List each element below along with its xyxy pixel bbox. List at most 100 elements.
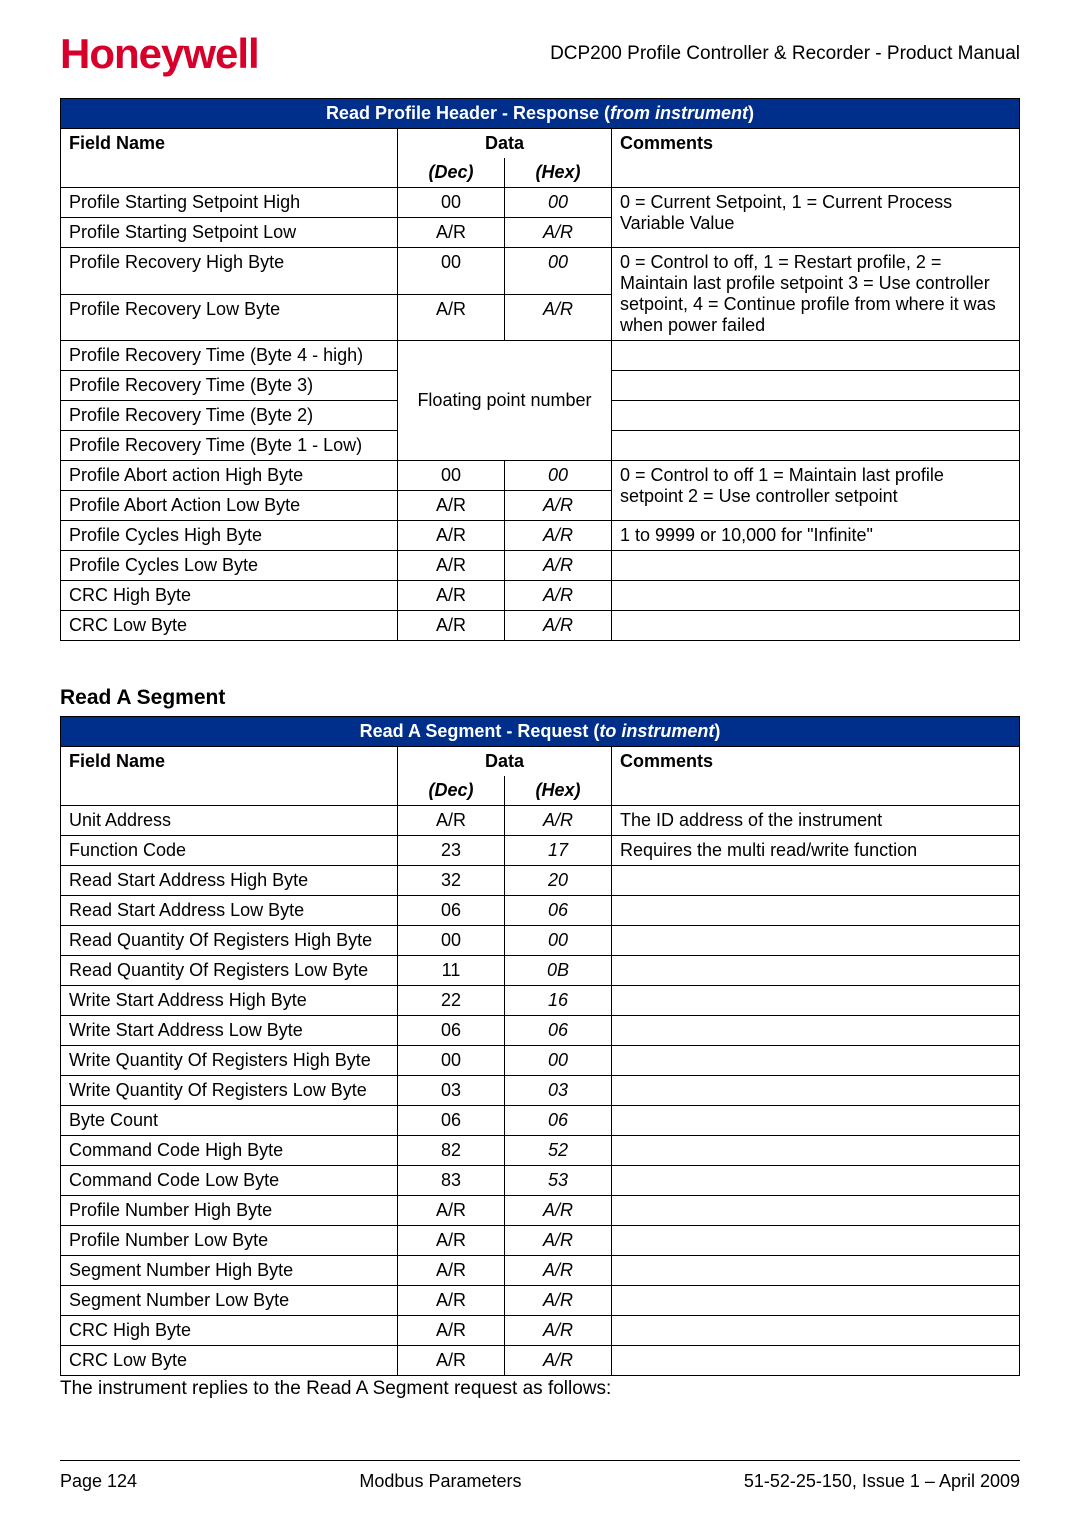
cell-dec: 82 <box>398 1136 505 1166</box>
document-title: DCP200 Profile Controller & Recorder - P… <box>550 43 1020 65</box>
cell-hex: 00 <box>505 248 612 295</box>
cell-field: Write Quantity Of Registers Low Byte <box>61 1076 398 1106</box>
cell-hex: A/R <box>505 806 612 836</box>
cell-field: Write Start Address Low Byte <box>61 1016 398 1046</box>
cell-comment: 0 = Control to off 1 = Maintain last pro… <box>612 461 1020 521</box>
table-row: Profile Recovery High Byte 00 00 0 = Con… <box>61 248 1020 295</box>
table-row: Write Start Address High Byte2216 <box>61 986 1020 1016</box>
cell-comment: 0 = Current Setpoint, 1 = Current Proces… <box>612 188 1020 248</box>
cell-hex: 52 <box>505 1136 612 1166</box>
cell-field: CRC High Byte <box>61 1316 398 1346</box>
cell-hex: 53 <box>505 1166 612 1196</box>
cell-field: Profile Recovery Time (Byte 1 - Low) <box>61 431 398 461</box>
cell-dec: A/R <box>398 294 505 341</box>
cell-field: Profile Recovery Time (Byte 2) <box>61 401 398 431</box>
cell-field: Unit Address <box>61 806 398 836</box>
cell-dec: A/R <box>398 1196 505 1226</box>
col-comments: Comments <box>612 747 1020 777</box>
table-row: Profile Number Low ByteA/RA/R <box>61 1226 1020 1256</box>
table-row: Read Start Address High Byte3220 <box>61 866 1020 896</box>
col-dec: (Dec) <box>398 158 505 188</box>
cell-dec: 00 <box>398 248 505 295</box>
table-row: Profile Starting Setpoint High 00 00 0 =… <box>61 188 1020 218</box>
cell-hex: 16 <box>505 986 612 1016</box>
cell-field: CRC Low Byte <box>61 1346 398 1376</box>
page-footer: Page 124 Modbus Parameters 51-52-25-150,… <box>60 1460 1020 1492</box>
cell-hex: A/R <box>505 611 612 641</box>
col-dec: (Dec) <box>398 776 505 806</box>
cell-field: Profile Starting Setpoint Low <box>61 218 398 248</box>
col-hex: (Hex) <box>505 776 612 806</box>
col-comments: Comments <box>612 129 1020 159</box>
cell-comment: 0 = Control to off, 1 = Restart profile,… <box>612 248 1020 341</box>
cell-floating: Floating point number <box>398 341 612 461</box>
table-row: Profile Abort action High Byte 00 00 0 =… <box>61 461 1020 491</box>
cell-comment <box>612 1166 1020 1196</box>
cell-comment: Requires the multi read/write function <box>612 836 1020 866</box>
col-data: Data <box>398 747 612 777</box>
cell-hex: 06 <box>505 1106 612 1136</box>
table-row: Profile Cycles High Byte A/R A/R 1 to 99… <box>61 521 1020 551</box>
cell-field: Byte Count <box>61 1106 398 1136</box>
table-row: Profile Recovery Time (Byte 4 - high) Fl… <box>61 341 1020 371</box>
cell-field: Profile Cycles Low Byte <box>61 551 398 581</box>
cell-dec: A/R <box>398 1316 505 1346</box>
cell-field: Profile Recovery Time (Byte 3) <box>61 371 398 401</box>
cell-comment <box>612 1136 1020 1166</box>
table-row: Command Code High Byte8252 <box>61 1136 1020 1166</box>
cell-field: Profile Recovery Low Byte <box>61 294 398 341</box>
cell-comment <box>612 926 1020 956</box>
cell-dec: 32 <box>398 866 505 896</box>
cell-comment <box>612 986 1020 1016</box>
table2-title: Read A Segment - Request (to instrument) <box>61 717 1020 747</box>
cell-hex: 00 <box>505 926 612 956</box>
cell-field: Profile Starting Setpoint High <box>61 188 398 218</box>
footer-page: Page 124 <box>60 1471 137 1492</box>
cell-field: Write Start Address High Byte <box>61 986 398 1016</box>
cell-comment <box>612 1256 1020 1286</box>
table-row: Write Quantity Of Registers High Byte000… <box>61 1046 1020 1076</box>
cell-hex: 00 <box>505 461 612 491</box>
cell-dec: 06 <box>398 1106 505 1136</box>
cell-dec: 83 <box>398 1166 505 1196</box>
section-title-read-segment: Read A Segment <box>60 686 1020 710</box>
cell-field: Function Code <box>61 836 398 866</box>
cell-dec: 06 <box>398 896 505 926</box>
cell-dec: 11 <box>398 956 505 986</box>
cell-hex: 00 <box>505 1046 612 1076</box>
cell-hex: 0B <box>505 956 612 986</box>
page-header: Honeywell DCP200 Profile Controller & Re… <box>60 30 1020 78</box>
cell-dec: 00 <box>398 188 505 218</box>
table-row: Write Quantity Of Registers Low Byte0303 <box>61 1076 1020 1106</box>
cell-comment <box>612 866 1020 896</box>
cell-hex: A/R <box>505 1346 612 1376</box>
cell-dec: A/R <box>398 218 505 248</box>
cell-dec: A/R <box>398 1226 505 1256</box>
cell-field: Segment Number High Byte <box>61 1256 398 1286</box>
table-row: Segment Number Low ByteA/RA/R <box>61 1286 1020 1316</box>
cell-comment <box>612 1196 1020 1226</box>
table-row: Segment Number High ByteA/RA/R <box>61 1256 1020 1286</box>
cell-dec: 23 <box>398 836 505 866</box>
cell-field: Read Start Address High Byte <box>61 866 398 896</box>
cell-dec: 00 <box>398 1046 505 1076</box>
cell-dec: 06 <box>398 1016 505 1046</box>
cell-hex: 03 <box>505 1076 612 1106</box>
cell-hex: 00 <box>505 188 612 218</box>
cell-field: Read Quantity Of Registers High Byte <box>61 926 398 956</box>
cell-comment: 1 to 9999 or 10,000 for "Infinite" <box>612 521 1020 551</box>
cell-field: Profile Recovery High Byte <box>61 248 398 295</box>
cell-field: Profile Number High Byte <box>61 1196 398 1226</box>
cell-field: Profile Recovery Time (Byte 4 - high) <box>61 341 398 371</box>
cell-field: Command Code Low Byte <box>61 1166 398 1196</box>
cell-comment <box>612 1046 1020 1076</box>
cell-hex: 06 <box>505 1016 612 1046</box>
cell-hex: A/R <box>505 1286 612 1316</box>
cell-hex: A/R <box>505 581 612 611</box>
cell-hex: 06 <box>505 896 612 926</box>
table-row: Profile Number High ByteA/RA/R <box>61 1196 1020 1226</box>
cell-comment <box>612 1346 1020 1376</box>
cell-comment <box>612 1286 1020 1316</box>
cell-hex: A/R <box>505 1316 612 1346</box>
cell-hex: A/R <box>505 1226 612 1256</box>
